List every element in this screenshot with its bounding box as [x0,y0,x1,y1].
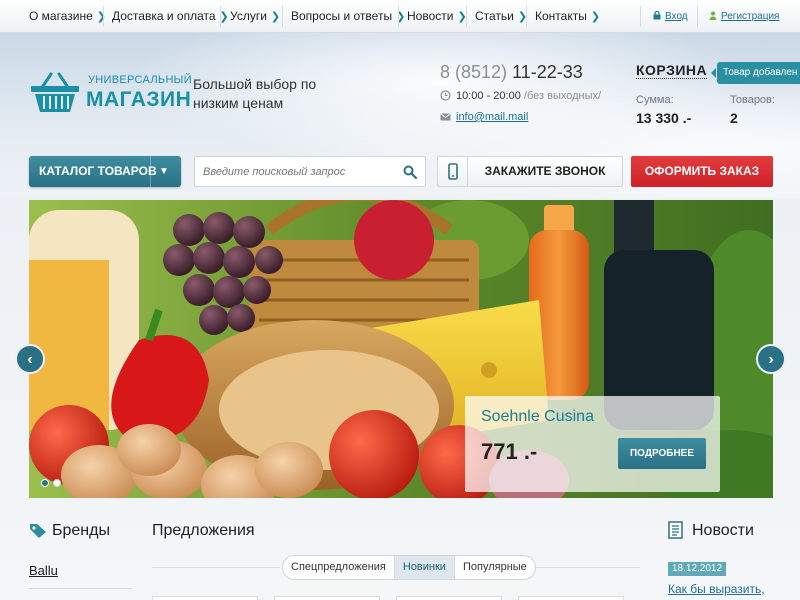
phone-number: 8 (8512) 11-22-33 [440,62,583,83]
phone-code: 8 (8512) [440,62,508,82]
working-hours: 10:00 - 20:00 /без выходных/ [440,90,601,102]
callback-label: ЗАКАЖИТЕ ЗВОНОК [484,164,606,178]
nav-divider [697,6,698,27]
mail-icon [440,113,451,121]
phone-digits: 11-22-33 [512,62,583,82]
tabs-rule-right [522,567,640,568]
basket-logo-icon[interactable] [29,70,81,114]
chevron-down-icon: ▼ [159,166,169,177]
product-card[interactable] [518,596,624,600]
nav-divider [398,6,399,27]
top-navigation: О магазине ❯ Доставка и оплата ❯ Услуги ❯ В… [0,0,800,33]
nav-divider [526,6,527,27]
tabs-rule-left [152,567,280,568]
brand-divider [29,588,132,589]
cart-added-tooltip: Товар добавлен [710,62,800,84]
newspaper-icon [668,521,683,539]
phone-icon-cell [438,157,468,186]
search-icon[interactable] [403,165,417,179]
offers-title: Предложения [152,522,255,539]
login-link[interactable]: Вход [653,0,688,33]
tab-new-arrivals[interactable]: Новинки [394,556,455,579]
tab-special-offers[interactable]: Спецпредложения [283,556,395,579]
nav-item-faq[interactable]: Вопросы и ответы ❯ [291,0,405,33]
checkout-button[interactable]: ОФОРМИТЬ ЗАКАЗ [631,156,773,187]
news-title: Новости [692,522,754,539]
promo-product-name[interactable]: Soehnle Cusina [481,408,594,426]
nav-item-contacts[interactable]: Контакты ❯ [535,0,600,33]
cart-link[interactable]: КОРЗИНА [636,62,708,79]
nav-item-label: О магазине [29,9,93,23]
nav-item-news[interactable]: Новости ❯ [407,0,467,33]
lock-icon [653,11,661,20]
product-card[interactable] [396,596,502,600]
logo-subtitle: УНИВЕРСАЛЬНЫЙ [88,74,192,86]
news-link[interactable]: Как бы выразить, [668,582,765,596]
nav-divider [282,6,283,27]
chevron-right-icon: › [768,351,774,368]
catalog-label: КАТАЛОГ ТОВАРОВ [39,164,157,178]
product-card[interactable] [152,596,258,600]
cart-items-value: 2 [730,110,738,126]
hours-text: 10:00 - 20:00 [456,90,521,102]
promo-product-price: 771 .- [481,439,538,464]
chevron-right-icon: ❯ [590,11,601,23]
slogan: Большой выбор по низким ценам [193,76,317,111]
catalog-divider [150,156,151,187]
register-link[interactable]: Регистрация [709,0,779,33]
nav-item-delivery[interactable]: Доставка и оплата ❯ [112,0,229,33]
more-details-button[interactable]: ПОДРОБНЕЕ [618,438,706,469]
slider-next-button[interactable]: › [756,344,786,374]
nav-divider [103,6,104,27]
nav-item-label: Вопросы и ответы [291,9,393,23]
product-card[interactable] [274,596,380,600]
phone-icon [448,163,458,180]
slider-dot[interactable] [53,479,61,487]
callback-button[interactable]: ЗАКАЖИТЕ ЗВОНОК [437,156,623,187]
nav-item-articles[interactable]: Статьи ❯ [475,0,527,33]
nav-item-services[interactable]: Услуги ❯ [230,0,280,33]
news-date: 18.12.2012 [668,562,727,576]
catalog-button[interactable]: КАТАЛОГ ТОВАРОВ ▼ [29,156,181,187]
nav-item-label: Доставка и оплата [112,9,216,23]
nav-divider [220,6,221,27]
login-label: Вход [665,11,688,22]
user-icon [709,11,717,20]
cart-items-label: Товаров: [730,94,775,106]
hours-extra: /без выходных/ [523,90,602,102]
nav-divider [640,6,641,27]
logo-title[interactable]: МАГАЗИН [86,88,191,112]
nav-item-about[interactable]: О магазине ❯ [29,0,106,33]
nav-item-label: Новости [407,9,454,23]
nav-item-label: Услуги [230,9,267,23]
chevron-right-icon: ❯ [96,11,106,23]
brand-link[interactable]: Ballu [29,563,58,578]
nav-item-label: Контакты [535,9,587,23]
email-text: info@mail.mail [456,111,529,123]
slider-dot-active[interactable] [41,479,49,487]
email-link[interactable]: info@mail.mail [440,111,528,123]
slider-prev-button[interactable]: ‹ [15,344,45,374]
tab-popular[interactable]: Популярные [455,556,535,579]
search-input[interactable] [203,157,398,186]
cart-sum-value: 13 330 .- [636,110,692,126]
clock-icon [440,90,451,101]
chevron-right-icon: ❯ [270,11,281,23]
tag-icon [30,524,46,538]
product-promo-card: Soehnle Cusina 771 .- ПОДРОБНЕЕ [465,396,720,492]
cart-sum-label: Сумма: [636,94,674,106]
search-box [194,156,426,187]
nav-divider [466,6,467,27]
chevron-left-icon: ‹ [27,351,33,368]
register-label: Регистрация [721,11,780,22]
offers-tabs: Спецпредложения Новинки Популярные [282,555,536,580]
brands-title: Бренды [52,522,110,539]
nav-item-label: Статьи [475,9,514,23]
